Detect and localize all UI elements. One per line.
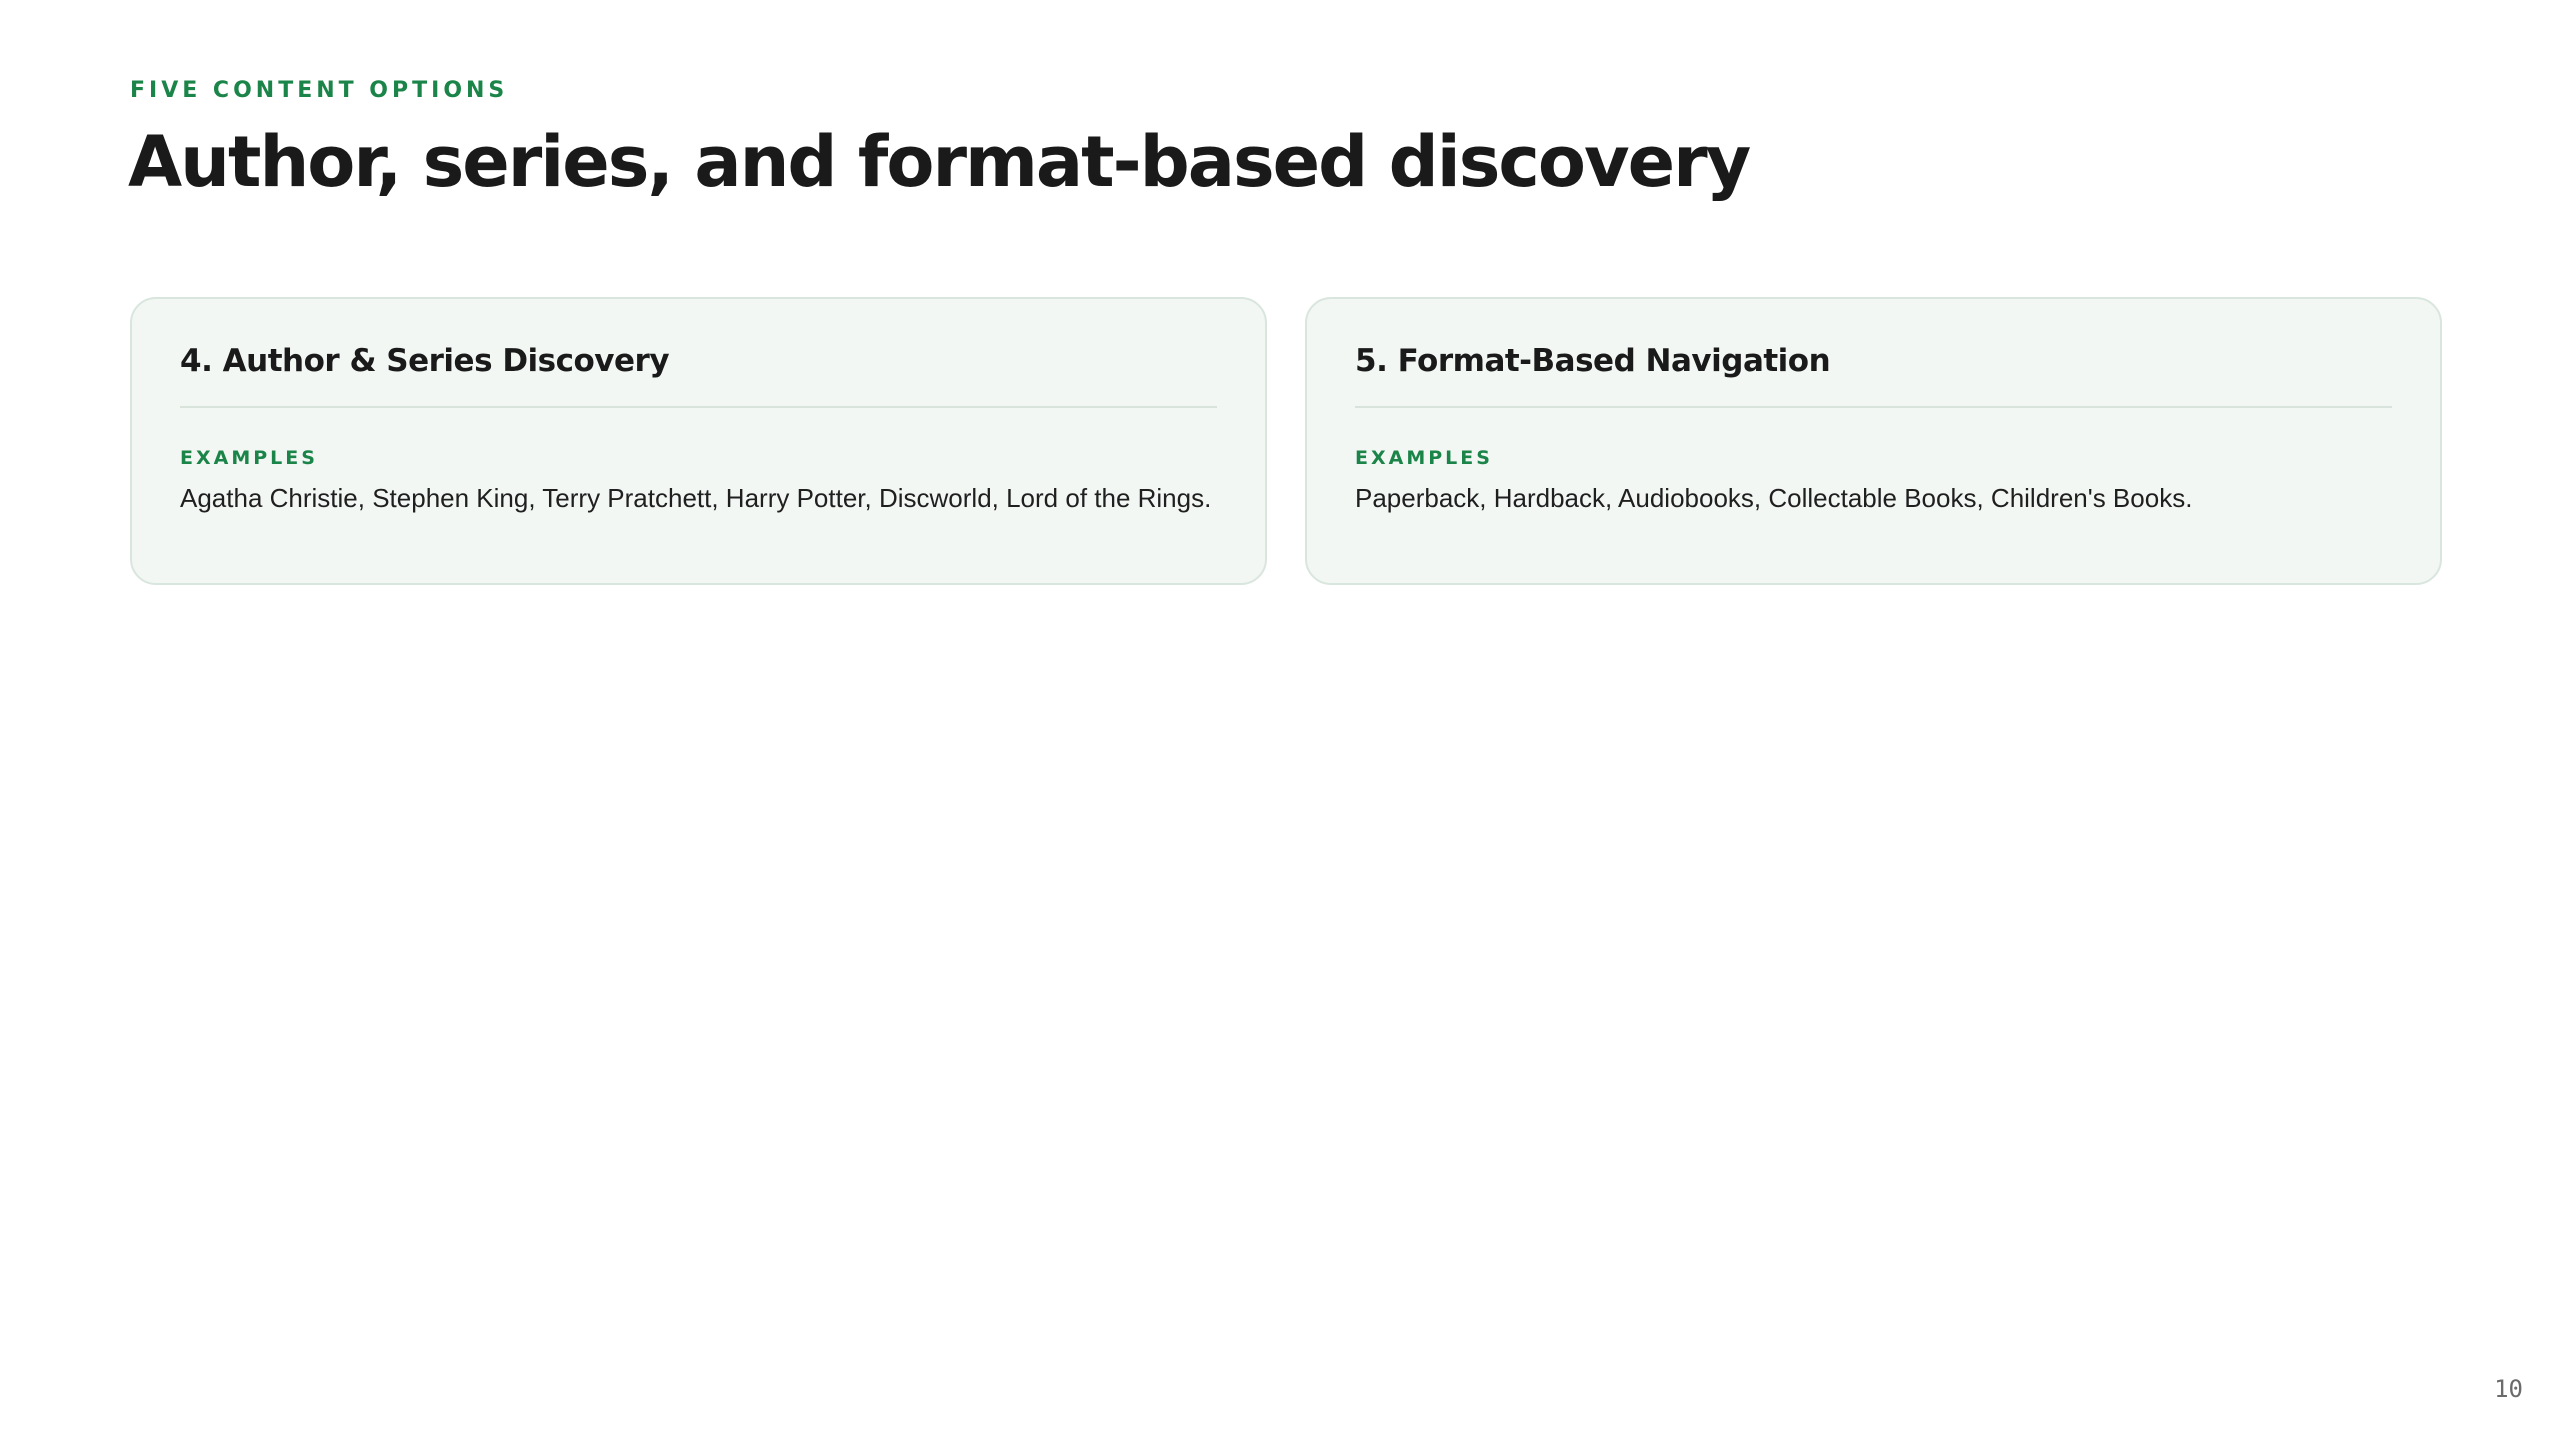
card-examples-text: Agatha Christie, Stephen King, Terry Pra… xyxy=(180,483,1212,513)
card-examples-label: EXAMPLES xyxy=(180,447,318,469)
card-author-series-discovery: 4. Author & Series Discovery EXAMPLES Ag… xyxy=(130,297,1267,585)
card-title: 4. Author & Series Discovery xyxy=(180,341,1217,408)
content-options-cards: 4. Author & Series Discovery EXAMPLES Ag… xyxy=(130,297,2442,585)
card-examples-text: Paperback, Hardback, Audiobooks, Collect… xyxy=(1355,483,2193,513)
card-title: 5. Format-Based Navigation xyxy=(1355,341,2392,408)
page-number: 10 xyxy=(2494,1375,2523,1403)
section-eyebrow: FIVE CONTENT OPTIONS xyxy=(130,78,509,103)
page-title: Author, series, and format-based discove… xyxy=(128,121,1751,203)
card-format-based-navigation: 5. Format-Based Navigation EXAMPLES Pape… xyxy=(1305,297,2442,585)
card-examples-label: EXAMPLES xyxy=(1355,447,1493,469)
